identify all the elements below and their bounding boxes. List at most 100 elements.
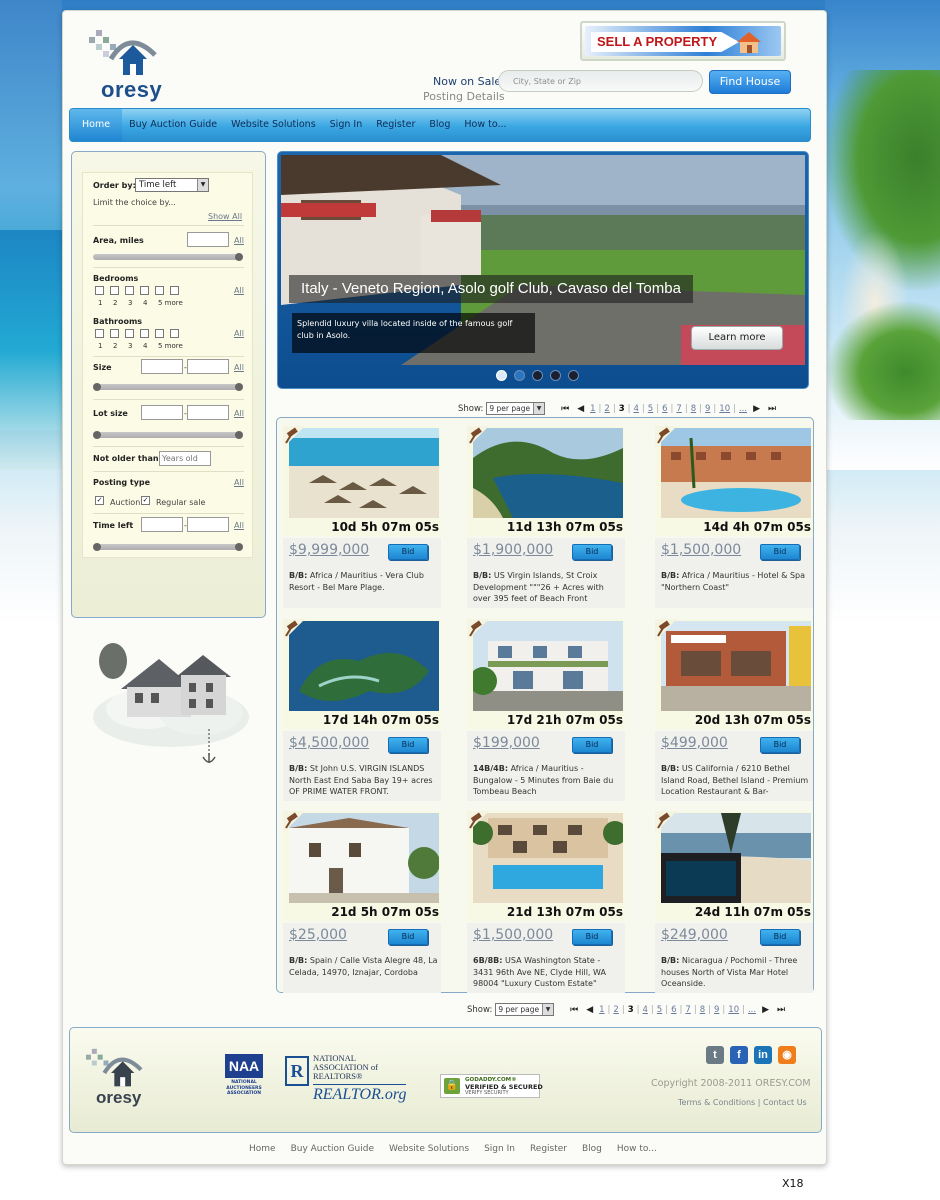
bathroom-checkbox[interactable]: [110, 329, 119, 338]
page-link[interactable]: 5: [648, 404, 653, 414]
slider-handle-min[interactable]: [93, 383, 101, 391]
page-link-more[interactable]: ...: [739, 404, 747, 414]
twitter-icon[interactable]: t: [706, 1046, 724, 1064]
bathroom-checkbox[interactable]: [95, 329, 104, 338]
listing-card[interactable]: 21d 5h 07m 05s $25,000 Bid B/B: Spain / Cal…: [283, 811, 441, 999]
next-page-icon[interactable]: ▶: [753, 404, 760, 414]
footer-logo-house-icon[interactable]: [86, 1048, 146, 1088]
rss-icon[interactable]: ◉: [778, 1046, 796, 1064]
listing-photo[interactable]: [661, 621, 811, 711]
time-left-min-input[interactable]: [141, 517, 183, 532]
next-page-icon[interactable]: ▶: [762, 1005, 769, 1015]
area-all-link[interactable]: All: [234, 236, 244, 245]
slider-handle-min[interactable]: [93, 431, 101, 439]
page-link[interactable]: 9: [714, 1005, 719, 1015]
lot-size-all-link[interactable]: All: [234, 409, 244, 418]
prev-page-icon[interactable]: ◀: [577, 404, 584, 414]
listing-photo[interactable]: [473, 428, 623, 518]
time-left-all-link[interactable]: All: [234, 521, 244, 530]
listing-price[interactable]: $499,000: [661, 735, 728, 751]
page-link[interactable]: 9: [705, 404, 710, 414]
page-link[interactable]: 2: [604, 404, 609, 414]
bedroom-checkbox[interactable]: [125, 286, 134, 295]
terms-link[interactable]: Terms & Conditions: [678, 1098, 755, 1107]
regular-sale-checkbox[interactable]: ✓: [141, 496, 150, 505]
bathrooms-all-link[interactable]: All: [234, 329, 244, 338]
size-slider[interactable]: [93, 383, 243, 391]
bottom-nav-home[interactable]: Home: [249, 1144, 276, 1154]
listing-photo[interactable]: [289, 621, 439, 711]
bottom-nav-sign-in[interactable]: Sign In: [484, 1144, 515, 1154]
posting-type-all-link[interactable]: All: [234, 478, 244, 487]
listing-card[interactable]: 20d 13h 07m 05s $499,000 Bid B/B: US Califo…: [655, 619, 813, 807]
time-left-max-input[interactable]: [187, 517, 229, 532]
order-by-select[interactable]: Time left ▼: [135, 178, 209, 192]
page-link[interactable]: 7: [685, 1005, 690, 1015]
bottom-nav-how-to[interactable]: How to...: [617, 1144, 657, 1154]
page-link[interactable]: 4: [634, 404, 639, 414]
nav-website-solutions[interactable]: Website Solutions: [224, 109, 323, 141]
listing-card[interactable]: 17d 21h 07m 05s $199,000 Bid 14B/4B: Africa…: [467, 619, 625, 807]
nar-logo[interactable]: R NATIONAL ASSOCIATION of REALTORS® REAL…: [285, 1054, 420, 1106]
godaddy-verified-badge[interactable]: 🔒 GODADDY.COM® VERIFIED & SECURED VERIFY…: [440, 1074, 543, 1098]
page-link[interactable]: 10: [728, 1005, 739, 1015]
bedroom-checkbox[interactable]: [110, 286, 119, 295]
show-all-link[interactable]: Show All: [208, 212, 242, 221]
learn-more-button[interactable]: Learn more: [691, 326, 783, 350]
lot-size-max-input[interactable]: [187, 405, 229, 420]
bedroom-checkbox[interactable]: [170, 286, 179, 295]
slider-dot[interactable]: [496, 370, 507, 381]
listing-card[interactable]: 24d 11h 07m 05s $249,000 Bid B/B: Nicaragua…: [655, 811, 813, 999]
listing-card[interactable]: 10d 5h 07m 05s $9,999,000 Bid B/B: Africa /…: [283, 426, 441, 614]
bottom-nav-blog[interactable]: Blog: [582, 1144, 602, 1154]
linkedin-icon[interactable]: in: [754, 1046, 772, 1064]
slider-dot[interactable]: [514, 370, 525, 381]
bathroom-checkbox[interactable]: [170, 329, 179, 338]
page-link-more[interactable]: ...: [748, 1005, 756, 1015]
naa-logo[interactable]: NAA NATIONAL AUCTIONEERS ASSOCIATION: [225, 1054, 263, 1108]
listing-photo[interactable]: [289, 428, 439, 518]
nav-how-to[interactable]: How to...: [457, 109, 513, 141]
listing-price[interactable]: $25,000: [289, 927, 347, 943]
bathroom-checkbox[interactable]: [140, 329, 149, 338]
sell-property-banner[interactable]: SELL A PROPERTY: [580, 21, 786, 61]
slider-handle-min[interactable]: [93, 543, 101, 551]
bathroom-checkbox[interactable]: [125, 329, 134, 338]
time-left-slider[interactable]: [93, 543, 243, 551]
bathroom-checkbox[interactable]: [155, 329, 164, 338]
slider-dot[interactable]: [532, 370, 543, 381]
listing-price[interactable]: $1,500,000: [661, 542, 741, 558]
listing-price[interactable]: $249,000: [661, 927, 728, 943]
slider-handle-max[interactable]: [235, 383, 243, 391]
logo-text[interactable]: oresy: [101, 77, 162, 103]
now-on-sale-link[interactable]: Now on Sale: [433, 75, 501, 88]
bid-button[interactable]: Bid: [760, 737, 800, 753]
page-link[interactable]: 1: [590, 404, 595, 414]
page-link[interactable]: 6: [671, 1005, 676, 1015]
not-older-input[interactable]: [159, 451, 211, 466]
posting-details-link[interactable]: Posting Details: [423, 90, 505, 103]
last-page-icon[interactable]: ⏭: [777, 1005, 785, 1015]
page-link-current[interactable]: 3: [619, 404, 625, 414]
bedroom-checkbox[interactable]: [155, 286, 164, 295]
area-slider[interactable]: [93, 253, 243, 261]
listing-photo[interactable]: [473, 813, 623, 903]
bid-button[interactable]: Bid: [388, 544, 428, 560]
logo-house-icon[interactable]: [89, 29, 161, 77]
bedroom-checkbox[interactable]: [140, 286, 149, 295]
slider-handle-max[interactable]: [235, 543, 243, 551]
bedroom-checkbox[interactable]: [95, 286, 104, 295]
listing-photo[interactable]: [661, 428, 811, 518]
listing-photo[interactable]: [473, 621, 623, 711]
auction-checkbox[interactable]: ✓: [95, 496, 104, 505]
listing-card[interactable]: 14d 4h 07m 05s $1,500,000 Bid B/B: Africa /…: [655, 426, 813, 614]
lot-size-min-input[interactable]: [141, 405, 183, 420]
slider-handle-max[interactable]: [235, 431, 243, 439]
bid-button[interactable]: Bid: [572, 544, 612, 560]
size-all-link[interactable]: All: [234, 363, 244, 372]
bid-button[interactable]: Bid: [760, 544, 800, 560]
lot-size-slider[interactable]: [93, 431, 243, 439]
bid-button[interactable]: Bid: [388, 929, 428, 945]
last-page-icon[interactable]: ⏭: [768, 404, 776, 414]
footer-logo-text[interactable]: oresy: [96, 1088, 141, 1108]
